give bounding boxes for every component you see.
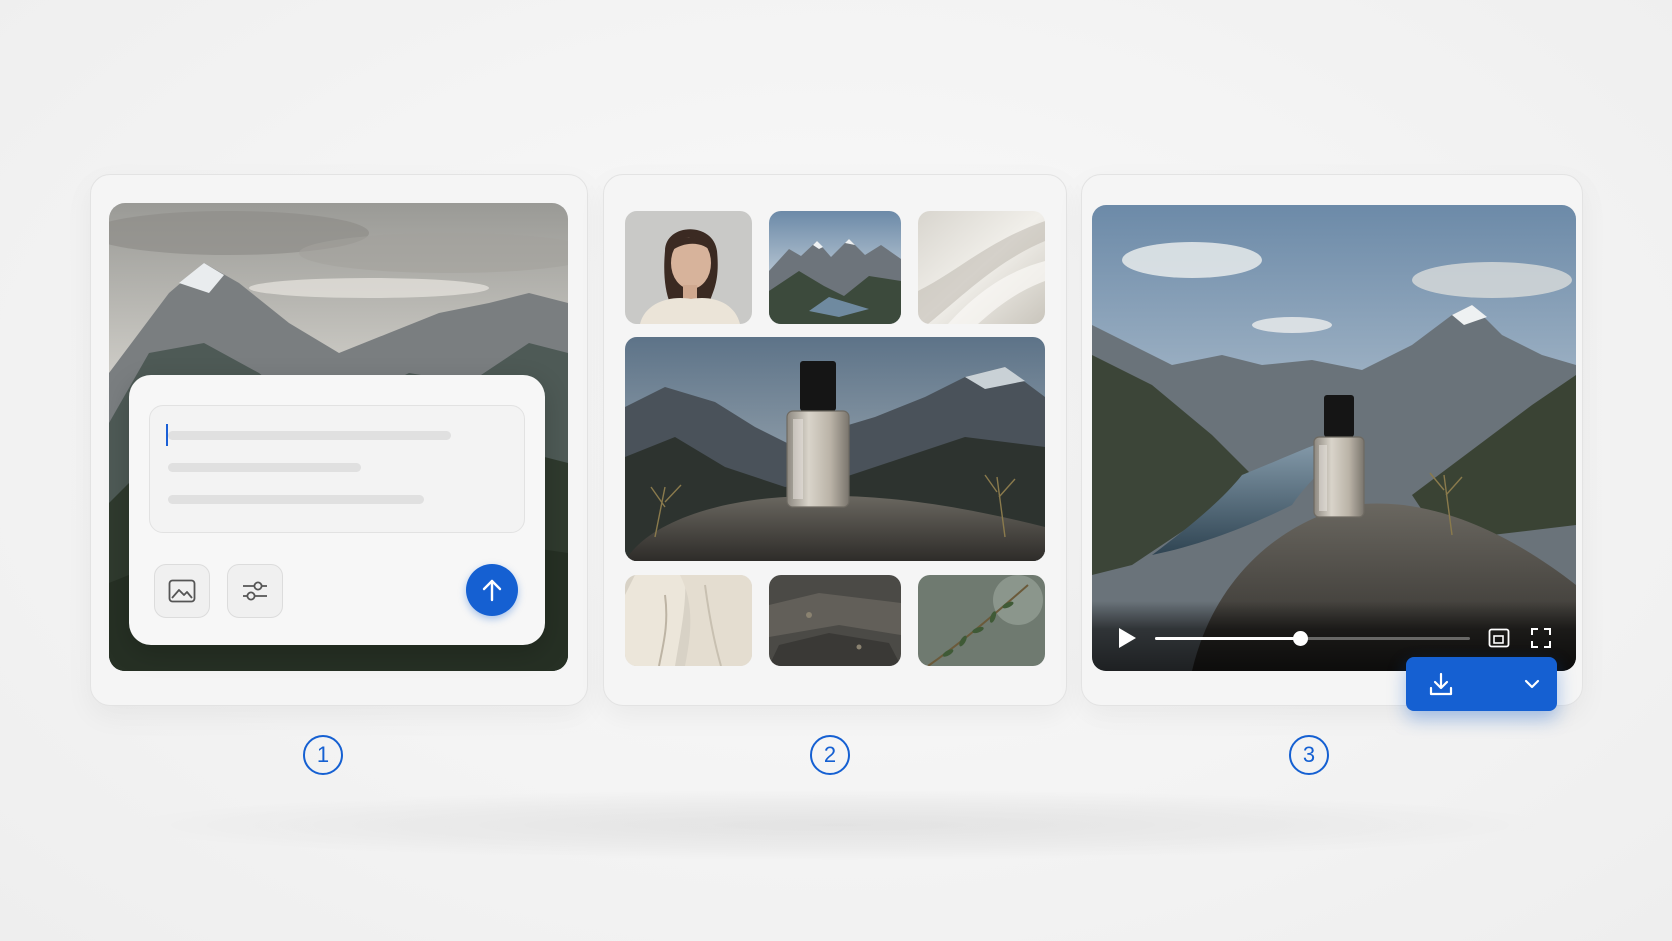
rock-texture-image	[769, 575, 901, 666]
step-2-label: 2	[810, 735, 850, 775]
play-icon	[1119, 628, 1136, 648]
arrow-up-icon	[482, 579, 502, 602]
fabric-texture-image	[918, 211, 1045, 324]
prompt-card	[129, 375, 545, 645]
plant-sprig-image	[918, 575, 1045, 666]
picture-in-picture-button[interactable]	[1487, 626, 1511, 650]
attach-image-button[interactable]	[154, 564, 210, 618]
fullscreen-icon	[1531, 628, 1551, 648]
download-icon	[1429, 672, 1453, 696]
step-1-label: 1	[303, 735, 343, 775]
seek-bar[interactable]	[1155, 631, 1470, 646]
picture-in-picture-icon	[1488, 628, 1510, 648]
placeholder-line	[168, 463, 361, 472]
step-2-panel	[603, 174, 1067, 706]
image-icon	[168, 579, 196, 603]
woman-portrait-image	[625, 211, 752, 324]
perfume-hero-image	[625, 337, 1045, 561]
mountain-lake-image	[769, 211, 901, 324]
seek-handle[interactable]	[1292, 631, 1308, 646]
step-3-label: 3	[1289, 735, 1329, 775]
chevron-down-icon[interactable]	[1522, 674, 1542, 694]
sliders-icon	[243, 581, 267, 601]
linen-dress-image	[625, 575, 752, 666]
download-button[interactable]	[1406, 657, 1557, 711]
send-button[interactable]	[466, 564, 518, 616]
prompt-input[interactable]	[149, 405, 525, 533]
fullscreen-button[interactable]	[1529, 626, 1553, 650]
placeholder-line	[168, 495, 424, 504]
floor-shadow	[130, 790, 1550, 860]
step-3-panel	[1081, 174, 1583, 706]
settings-sliders-button[interactable]	[227, 564, 283, 618]
play-button[interactable]	[1114, 625, 1140, 651]
seek-progress	[1155, 637, 1300, 640]
step-1-panel	[90, 174, 588, 706]
placeholder-line	[168, 431, 451, 440]
